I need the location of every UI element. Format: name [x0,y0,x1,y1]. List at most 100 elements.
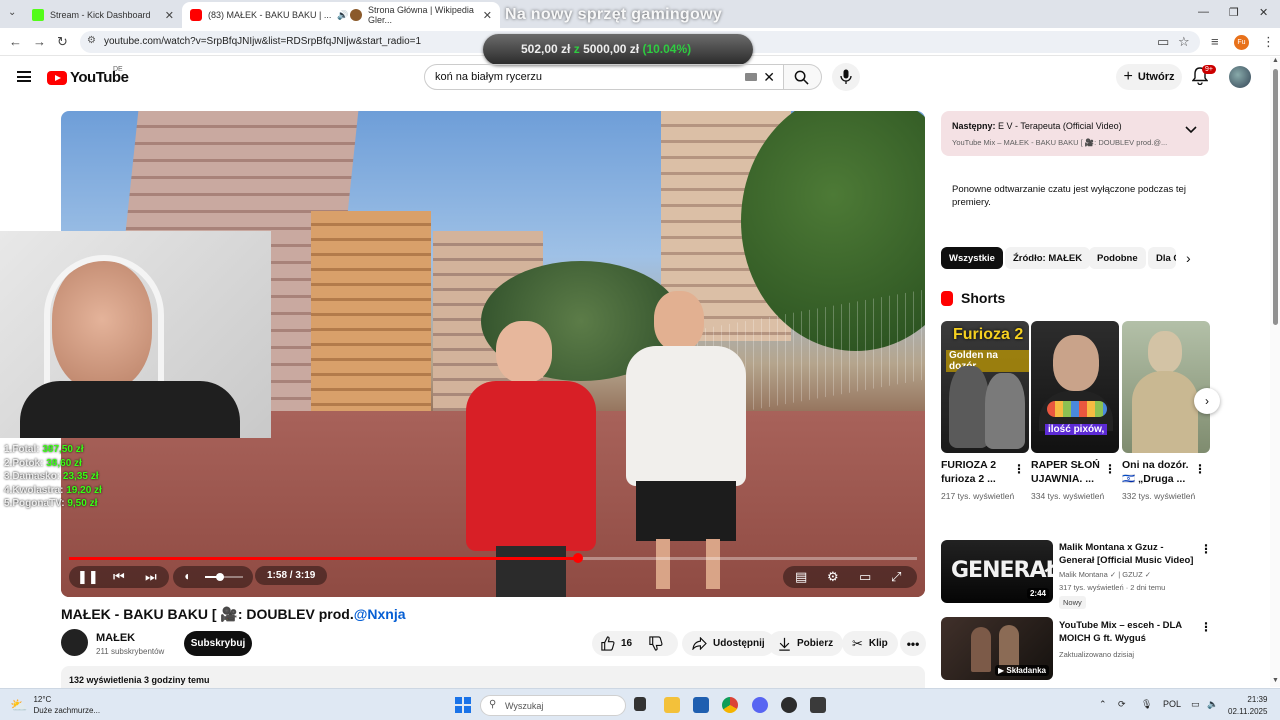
speaker-icon[interactable]: 🔈 [1207,699,1218,710]
app-icon[interactable] [810,697,826,713]
shorts-next-button[interactable]: › [1194,388,1220,414]
pause-icon[interactable]: ❚❚ [77,569,99,585]
volume-icon[interactable]: ◖ [183,569,190,583]
chip-source[interactable]: Źródło: MAŁEK [1005,247,1091,269]
subscribe-button[interactable]: Subskrybuj [184,631,252,656]
leaderboard-row: 3.Damasko: 23,35 zł [4,471,99,482]
title-mention-link[interactable]: @Nxnja [354,606,406,622]
person-white-shirt [626,291,776,591]
more-horizontal-icon: ••• [906,636,920,651]
rec-meta: 317 tys. wyświetleń · 2 dni temu [1059,583,1166,592]
microphone-tray-icon[interactable]: 🎙 [1141,699,1152,710]
more-vertical-icon[interactable]: ⋮ [1013,462,1025,476]
chip-related[interactable]: Podobne [1089,247,1146,269]
close-window-icon[interactable]: ✕ [1259,6,1268,19]
theater-mode-icon[interactable]: ▭ [859,569,871,585]
short-title[interactable]: Oni na dozór. 🇮🇱 „Druga ... [1122,458,1196,486]
create-button[interactable]: + Utwórz [1116,64,1182,90]
youtube-logo[interactable]: YouTube DE [47,66,129,86]
chip-all[interactable]: Wszystkie [941,247,1003,269]
store-icon[interactable] [693,697,709,713]
dislike-button[interactable] [648,636,663,654]
volume-control[interactable]: ◖ [173,566,253,588]
scroll-thumb[interactable] [1273,69,1278,325]
youtube-header: YouTube DE koń na białym rycerzu ✕ + Utw… [0,57,1270,97]
voice-search-button[interactable] [832,63,860,91]
settings-gear-icon[interactable]: ⚙ [827,569,839,585]
search-button[interactable] [784,64,822,90]
more-vertical-icon[interactable]: ⋮ [1200,542,1212,556]
reload-icon[interactable]: ↻ [57,34,68,50]
language-indicator[interactable]: POL [1163,699,1181,709]
like-button[interactable]: 16 [592,636,632,651]
short-thumbnail[interactable] [1122,321,1210,453]
volume-slider[interactable] [205,573,243,581]
scroll-up-icon[interactable]: ▲ [1272,57,1279,64]
previous-icon[interactable]: ⏮ [113,569,125,585]
rec-title[interactable]: Malik Montana x Gzuz - Generał [Official… [1059,541,1199,567]
bookmark-star-icon[interactable]: ☆ [1178,34,1190,50]
more-vertical-icon[interactable]: ⋮ [1200,620,1212,634]
sync-icon[interactable]: ⟳ [1118,699,1126,710]
tab-list-icon[interactable]: ⌄ [8,7,16,18]
cast-icon[interactable]: ▭ [1157,34,1169,50]
more-vertical-icon[interactable]: ⋮ [1194,462,1206,476]
playlist-up-next[interactable]: Następny: E V - Terapeuta (Official Vide… [941,111,1209,156]
discord-icon[interactable] [752,697,768,713]
close-tab-icon[interactable]: ✕ [165,9,174,22]
short-thumbnail[interactable]: ilość pixów, [1031,321,1119,453]
clip-button[interactable]: ✂ Klip [842,631,898,656]
chrome-icon[interactable] [722,697,738,713]
windows-start-icon[interactable] [455,697,471,713]
task-view-icon[interactable] [634,697,646,711]
browser-menu-icon[interactable]: ⋮ [1262,34,1275,50]
page-scrollbar[interactable]: ▲ ▼ [1270,57,1280,687]
chips-next-icon[interactable]: › [1186,250,1191,266]
tab-label: Strona Główna | Wikipedia Gler... [368,5,474,25]
keyboard-icon[interactable] [745,73,757,81]
tray-overflow-icon[interactable]: ⌃ [1099,699,1107,710]
search-input[interactable]: koń na białym rycerzu ✕ [424,64,784,90]
rec-thumbnail[interactable]: ▶ Składanka [941,617,1053,680]
tab-kick-dashboard[interactable]: Stream - Kick Dashboard ✕ [24,2,182,28]
forward-icon[interactable]: → [33,34,46,49]
next-icon[interactable]: ⏭ [145,569,157,585]
network-icon[interactable]: ▭ [1191,699,1200,710]
fullscreen-icon[interactable]: ⤢ [891,569,901,585]
obs-icon[interactable] [781,697,797,713]
short-title[interactable]: FURIOZA 2 furioza 2 ... [941,458,1015,486]
subtitles-icon[interactable]: ▤ [795,569,807,585]
short-thumbnail[interactable]: Furioza 2 Golden na dozór [941,321,1029,453]
scroll-down-icon[interactable]: ▼ [1272,677,1279,684]
more-actions-button[interactable]: ••• [900,631,926,656]
system-clock[interactable]: 21:39 02.11.2025 [1228,694,1267,718]
account-avatar[interactable] [1229,66,1251,88]
back-icon[interactable]: ← [9,34,22,49]
clear-search-icon[interactable]: ✕ [763,69,775,86]
file-explorer-icon[interactable] [664,697,680,713]
minimize-icon[interactable]: — [1198,6,1209,18]
channel-avatar[interactable] [61,629,88,656]
site-info-icon[interactable]: ⚙ [87,35,96,46]
tab-wikipedia[interactable]: Strona Główna | Wikipedia Gler... [342,2,500,28]
new-badge: Nowy [1059,596,1086,609]
short-title[interactable]: RAPER SŁOŃ UJAWNIA. ... [1031,458,1105,486]
media-control-icon[interactable]: ≡ [1211,34,1219,49]
rec-thumbnail[interactable]: GENERAŁ 2:44 [941,540,1053,603]
chevron-down-icon[interactable] [1185,125,1197,135]
download-button[interactable]: Pobierz [768,631,844,656]
restore-icon[interactable]: ❐ [1229,6,1239,19]
video-progress-bar[interactable] [69,553,917,563]
channel-name[interactable]: MAŁEK [96,632,135,644]
more-vertical-icon[interactable]: ⋮ [1104,462,1116,476]
share-button[interactable]: Udostępnij [682,631,775,656]
taskbar-search[interactable]: ⚲ Wyszukaj [480,695,626,716]
rec-channel[interactable]: Malik Montana ✓ | GZUZ ✓ [1059,569,1151,581]
rec-title[interactable]: YouTube Mix – esceh - DLA MOICH G ft. Wy… [1059,619,1199,645]
profile-avatar[interactable]: Fu [1234,35,1249,50]
weather-widget[interactable]: ⛅ 12°C Duże zachmurze... [10,694,100,716]
video-title: MAŁEK - BAKU BAKU [ 🎥: DOUBLEV prod.@Nxn… [61,606,406,622]
guide-menu-icon[interactable] [17,71,31,82]
chip-for-you[interactable]: Dla Ciebie [1148,247,1176,269]
scrubber-handle[interactable] [572,553,583,563]
